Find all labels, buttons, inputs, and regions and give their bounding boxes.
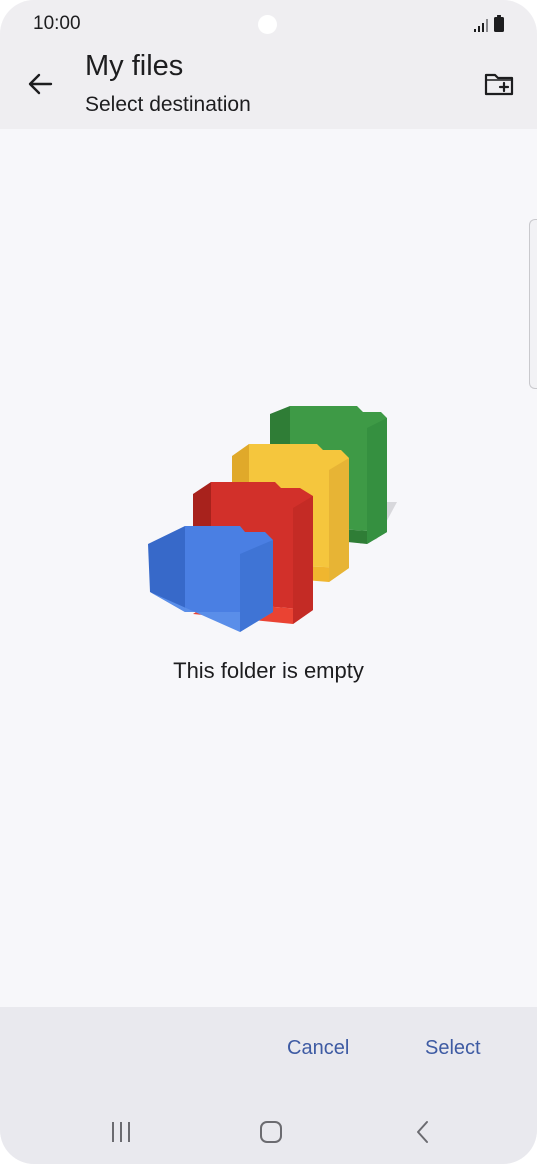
- page-title: My files: [85, 50, 184, 82]
- create-folder-button[interactable]: [479, 66, 519, 106]
- arrow-back-icon: [27, 72, 53, 101]
- app-bar: My files Select destination: [0, 48, 537, 129]
- back-icon: [415, 1120, 431, 1149]
- back-button[interactable]: [20, 66, 60, 106]
- bottom-action-bar: Cancel Select: [0, 1007, 537, 1164]
- signal-icon: [474, 19, 488, 32]
- cancel-button[interactable]: Cancel: [287, 1037, 349, 1060]
- home-button[interactable]: [251, 1114, 291, 1154]
- status-icons: [474, 15, 504, 32]
- recent-apps-icon: [109, 1121, 133, 1148]
- create-folder-icon: [484, 72, 514, 101]
- status-time: 10:00: [33, 13, 81, 34]
- folder-content: This folder is empty: [0, 129, 537, 1007]
- system-back-button[interactable]: [403, 1114, 443, 1154]
- empty-folders-illustration: [145, 404, 405, 634]
- home-icon: [259, 1120, 283, 1149]
- battery-icon: [494, 15, 504, 32]
- camera-cutout: [258, 15, 277, 34]
- empty-folder-message: This folder is empty: [173, 658, 364, 683]
- phone-screen: 10:00 My files Select destination This f…: [0, 0, 537, 1164]
- system-nav-bar: [0, 1104, 537, 1164]
- page-subtitle: Select destination: [85, 93, 251, 116]
- scroll-handle[interactable]: [529, 219, 537, 389]
- recent-apps-button[interactable]: [101, 1114, 141, 1154]
- status-bar: 10:00: [0, 0, 537, 48]
- select-button[interactable]: Select: [425, 1037, 481, 1060]
